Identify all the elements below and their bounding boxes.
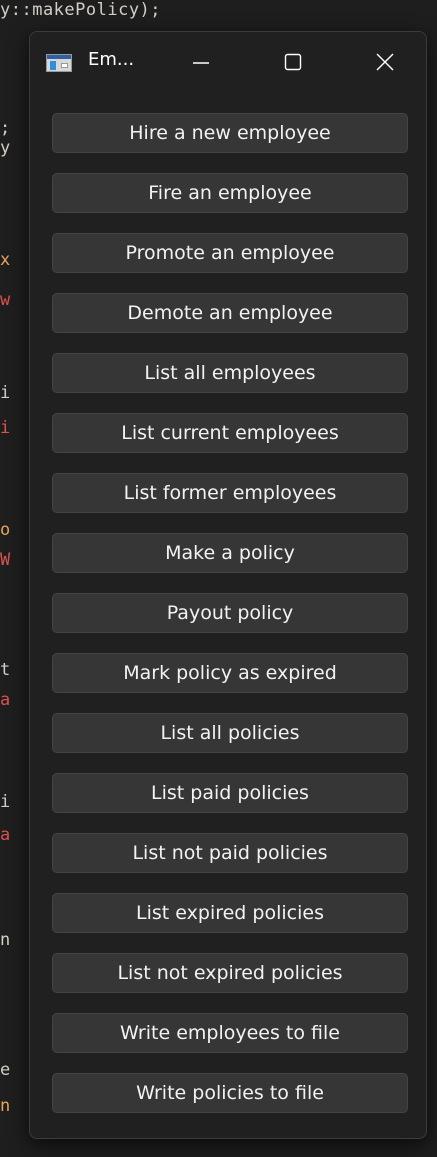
close-button[interactable] [362, 42, 408, 82]
fire-employee-button[interactable]: Fire an employee [52, 173, 408, 213]
maximize-icon [284, 53, 302, 71]
action-button-list: Hire a new employee Fire an employee Pro… [52, 113, 408, 1133]
minimize-icon [193, 62, 209, 64]
close-icon [376, 53, 394, 71]
code-fragment: o [0, 520, 11, 540]
demote-employee-button[interactable]: Demote an employee [52, 293, 408, 333]
list-not-expired-policies-button[interactable]: List not expired policies [52, 953, 408, 993]
code-fragment: i [0, 383, 11, 403]
list-expired-policies-button[interactable]: List expired policies [52, 893, 408, 933]
promote-employee-button[interactable]: Promote an employee [52, 233, 408, 273]
app-icon [46, 54, 72, 72]
window-title: Em... [88, 49, 135, 70]
code-fragment: i [0, 792, 11, 812]
list-paid-policies-button[interactable]: List paid policies [52, 773, 408, 813]
code-fragment: n [0, 1096, 11, 1116]
title-bar[interactable]: Em... [30, 32, 426, 90]
code-fragment: a [0, 825, 11, 845]
make-policy-button[interactable]: Make a policy [52, 533, 408, 573]
code-fragment: a [0, 690, 11, 710]
code-fragment: ; [0, 118, 11, 138]
list-former-employees-button[interactable]: List former employees [52, 473, 408, 513]
list-all-employees-button[interactable]: List all employees [52, 353, 408, 393]
payout-policy-button[interactable]: Payout policy [52, 593, 408, 633]
code-fragment: e [0, 1060, 11, 1080]
write-policies-to-file-button[interactable]: Write policies to file [52, 1073, 408, 1113]
list-not-paid-policies-button[interactable]: List not paid policies [52, 833, 408, 873]
code-fragment: y [0, 138, 11, 158]
code-fragment: i [0, 418, 11, 438]
list-current-employees-button[interactable]: List current employees [52, 413, 408, 453]
app-window: Em... Hire a new employee Fire an employ… [29, 31, 427, 1139]
hire-employee-button[interactable]: Hire a new employee [52, 113, 408, 153]
code-fragment: w [0, 290, 11, 310]
code-fragment: x [0, 250, 11, 270]
maximize-button[interactable] [270, 42, 316, 82]
list-all-policies-button[interactable]: List all policies [52, 713, 408, 753]
mark-policy-expired-button[interactable]: Mark policy as expired [52, 653, 408, 693]
code-fragment: t [0, 660, 11, 680]
minimize-button[interactable] [178, 42, 224, 82]
background-code-line: y::makePolicy); [0, 0, 162, 20]
code-fragment: n [0, 930, 11, 950]
write-employees-to-file-button[interactable]: Write employees to file [52, 1013, 408, 1053]
code-fragment: W [0, 550, 11, 570]
